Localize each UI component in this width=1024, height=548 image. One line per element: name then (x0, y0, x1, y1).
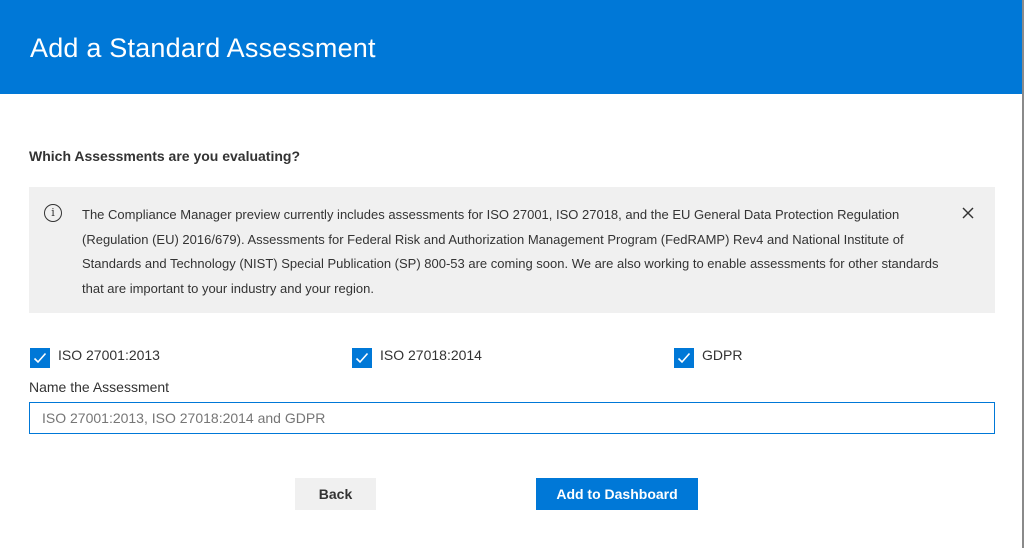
info-icon: i (44, 204, 62, 222)
add-to-dashboard-button[interactable]: Add to Dashboard (536, 478, 698, 510)
checkbox-label: ISO 27001:2013 (58, 347, 160, 363)
dialog-title: Add a Standard Assessment (30, 33, 376, 63)
info-banner-text: The Compliance Manager preview currently… (82, 207, 939, 296)
checkbox-label: ISO 27018:2014 (380, 347, 482, 363)
checkbox-iso-27001[interactable]: ISO 27001:2013 (30, 346, 160, 368)
dialog: Add a Standard Assessment Which Assessme… (0, 0, 1024, 548)
close-icon[interactable] (959, 204, 977, 222)
checkbox-checked-icon[interactable] (674, 348, 694, 368)
checkbox-checked-icon[interactable] (30, 348, 50, 368)
checkbox-checked-icon[interactable] (352, 348, 372, 368)
back-button[interactable]: Back (295, 478, 376, 510)
question-heading: Which Assessments are you evaluating? (29, 148, 301, 164)
assessment-name-label: Name the Assessment (29, 379, 170, 395)
dialog-header: Add a Standard Assessment (0, 0, 1022, 94)
checkbox-gdpr[interactable]: GDPR (674, 346, 742, 368)
info-banner: i The Compliance Manager preview current… (29, 187, 995, 313)
checkbox-iso-27018[interactable]: ISO 27018:2014 (352, 346, 482, 368)
checkbox-label: GDPR (702, 347, 743, 363)
assessment-name-input[interactable] (29, 402, 995, 434)
